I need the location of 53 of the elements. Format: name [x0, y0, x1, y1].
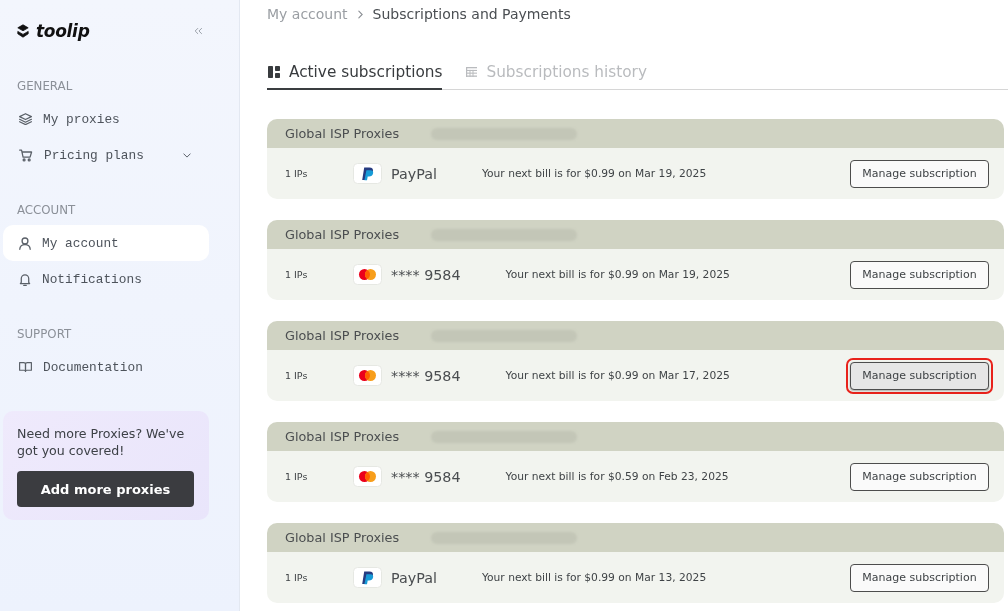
payment-method: **** 9584 — [391, 367, 461, 384]
dashboard-icon — [268, 65, 280, 78]
user-icon — [19, 236, 31, 250]
plan-name: Global ISP Proxies — [285, 530, 400, 545]
section-heading: SUPPORT — [16, 326, 73, 342]
manage-subscription-button[interactable]: Manage subscription — [850, 159, 989, 188]
bell-icon — [19, 272, 31, 286]
cart-icon — [19, 148, 33, 162]
next-bill-text: Your next bill is for $0.99 on Mar 19, 2025 — [481, 167, 707, 180]
layers-icon — [19, 113, 32, 125]
overlapping-circles-icon — [353, 466, 382, 487]
plan-name: Global ISP Proxies — [285, 227, 400, 242]
sidebar-item[interactable]: Documentation — [3, 349, 209, 385]
overlapping-circles-icon — [353, 264, 382, 285]
plan-name: Global ISP Proxies — [285, 429, 400, 444]
sidebar-item[interactable]: My proxies — [3, 101, 209, 137]
payment-method: **** 9584 — [391, 468, 461, 485]
table-icon — [466, 66, 478, 77]
chevron-down-icon[interactable] — [183, 152, 191, 158]
manage-subscription-button[interactable]: Manage subscription — [850, 462, 989, 491]
next-bill-text: Your next bill is for $0.99 on Mar 13, 2025 — [481, 571, 707, 584]
next-bill-text: Your next bill is for $0.99 on Mar 17, 2025 — [505, 369, 730, 382]
ip-count: 1 IPs — [285, 370, 308, 381]
ip-count: 1 IPs — [285, 168, 308, 179]
payment-method: PayPal — [391, 569, 437, 586]
paypal-logo-icon — [353, 567, 382, 588]
payment-method: PayPal — [391, 165, 437, 182]
sidebar-item[interactable]: My account — [3, 225, 209, 261]
manage-subscription-button[interactable]: Manage subscription — [850, 361, 989, 390]
section-heading: ACCOUNT — [16, 202, 77, 218]
overlapping-circles-icon — [353, 365, 382, 386]
plan-name: Global ISP Proxies — [285, 126, 400, 141]
plan-name: Global ISP Proxies — [285, 328, 400, 343]
ip-count: 1 IPs — [285, 471, 308, 482]
next-bill-text: Your next bill is for $0.99 on Mar 19, 2025 — [505, 268, 730, 281]
manage-subscription-button[interactable]: Manage subscription — [850, 563, 989, 592]
manage-subscription-button[interactable]: Manage subscription — [850, 260, 989, 289]
breadcrumb-current: Subscriptions and Payments — [372, 6, 571, 22]
section-heading: GENERAL — [16, 78, 74, 94]
ip-count: 1 IPs — [285, 572, 308, 583]
sidebar-item[interactable]: Notifications — [3, 261, 209, 297]
payment-method: **** 9584 — [391, 266, 461, 283]
book-icon — [19, 362, 32, 372]
brand-name: toolip — [36, 21, 90, 41]
chevron-right-icon — [357, 9, 363, 19]
logo-icon — [17, 24, 29, 38]
sidebar-item[interactable]: Pricing plans — [3, 137, 209, 173]
promo-text: Need more Proxies? We've got you covered! — [17, 425, 186, 459]
next-bill-text: Your next bill is for $0.59 on Feb 23, 2025 — [505, 470, 729, 483]
paypal-logo-icon — [353, 163, 382, 184]
ip-count: 1 IPs — [285, 269, 308, 280]
add-proxies-button[interactable]: Add more proxies — [17, 471, 194, 507]
tab[interactable]: Active subscriptions — [267, 55, 443, 90]
